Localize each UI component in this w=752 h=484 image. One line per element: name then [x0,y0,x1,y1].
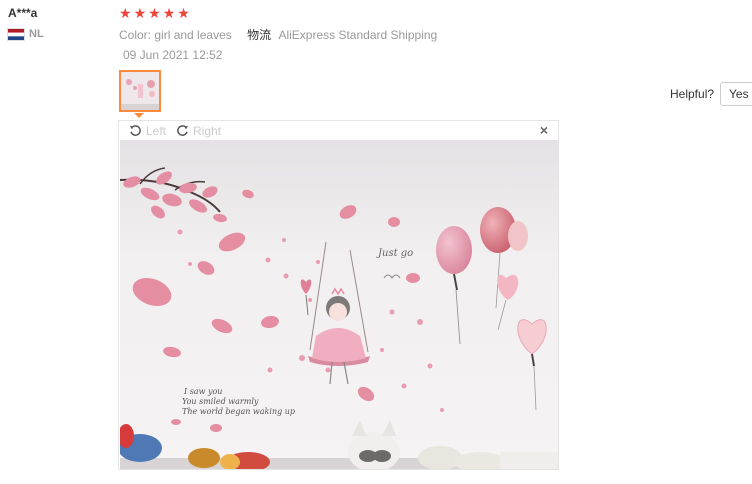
star-rating: ★ ★ ★ ★ ★ [119,6,190,20]
helpful-group: Helpful? Yes [670,82,752,106]
photo-caption-line: The world began waking up [182,407,295,416]
reviewer-country: NL [8,28,44,40]
viewer-toolbar: Left Right × [119,121,558,140]
rotate-left-button[interactable]: Left [129,124,166,138]
photo-viewer: Left Right × Just go I saw you You smile… [118,120,559,470]
star-icon: ★ [162,5,176,21]
photo-caption-line: I saw you [183,387,222,396]
wall-decal-photo: Just go I saw you You smiled warmly The … [120,140,558,469]
netherlands-flag-icon [8,28,24,40]
star-icon: ★ [148,5,161,21]
shipping-value: AliExpress Standard Shipping [278,28,438,42]
star-icon: ★ [133,5,147,21]
helpful-label: Helpful? [670,87,715,101]
rotate-right-button[interactable]: Right [176,124,221,138]
photo-caption-line: You smiled warmly [182,397,259,406]
review-photo-thumbnail[interactable] [119,70,161,112]
rotate-right-icon [177,125,189,136]
reviewer-name: A***a [8,6,38,20]
thumbnail-image [121,72,159,110]
sku-color-value: girl and leaves [154,28,232,42]
sku-color-key: Color: [119,28,152,42]
sku-info: Color: girl and leaves 物流 AliExpress Sta… [119,26,437,43]
rotate-left-label: Left [146,123,167,138]
country-code: NL [29,28,44,40]
rotate-left-icon [129,125,141,136]
shipping-key: 物流 [247,28,272,42]
photo-script-text: Just go [376,248,413,259]
review-photo-large: Just go I saw you You smiled warmly The … [120,140,558,469]
helpful-yes-button[interactable]: Yes [720,82,752,106]
rotate-right-label: Right [193,123,222,138]
close-icon[interactable]: × [540,122,548,138]
review-date: 09 Jun 2021 12:52 [123,48,223,62]
star-icon: ★ [177,5,190,21]
thumbnail-selected-indicator [134,113,144,118]
star-icon: ★ [119,5,132,21]
